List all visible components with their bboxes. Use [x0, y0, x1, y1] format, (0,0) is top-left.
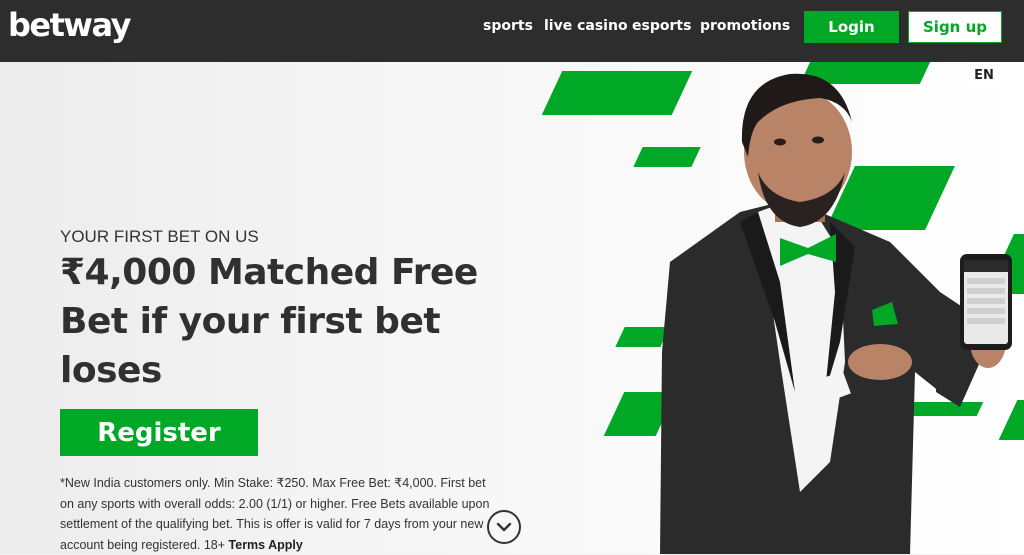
promo-headline: ₹4,000 Matched Free Bet if your first be…: [60, 252, 478, 391]
promo-eyebrow: YOUR FIRST BET ON US: [60, 227, 259, 246]
nav-live-casino[interactable]: live casino: [544, 18, 628, 34]
top-navigation-bar: betway sports live casino esports promot…: [0, 0, 1024, 62]
nav-promotions[interactable]: promotions: [700, 18, 790, 34]
login-button[interactable]: Login: [804, 11, 899, 43]
signup-button[interactable]: Sign up: [908, 11, 1002, 43]
language-selector[interactable]: EN: [966, 62, 1002, 89]
scroll-down-button[interactable]: [487, 510, 521, 544]
betway-logo[interactable]: betway: [8, 6, 131, 44]
terms-text: *New India customers only. Min Stake: ₹2…: [60, 473, 500, 555]
nav-esports[interactable]: esports: [632, 18, 691, 34]
nav-sports[interactable]: sports: [483, 18, 533, 34]
terms-link[interactable]: Terms Apply: [229, 538, 303, 552]
register-button[interactable]: Register: [60, 409, 258, 456]
chevron-down-icon: [496, 522, 512, 532]
presenter-with-phone-illustration: [660, 73, 1012, 554]
